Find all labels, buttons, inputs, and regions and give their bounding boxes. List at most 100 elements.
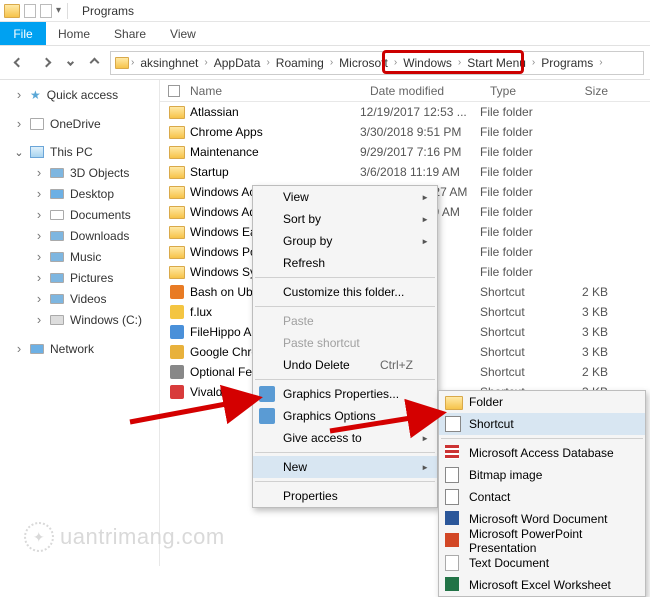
menu-new[interactable]: New bbox=[253, 456, 437, 478]
new-ppt[interactable]: Microsoft PowerPoint Presentation bbox=[439, 530, 645, 552]
file-type: File folder bbox=[480, 245, 554, 259]
new-excel[interactable]: Microsoft Excel Worksheet bbox=[439, 574, 645, 596]
file-size: 3 KB bbox=[554, 325, 614, 339]
home-tab[interactable]: Home bbox=[46, 22, 102, 45]
column-headers: Name Date modified Type Size bbox=[160, 80, 650, 102]
share-tab[interactable]: Share bbox=[102, 22, 158, 45]
menu-undo[interactable]: Undo Delete Ctrl+Z bbox=[253, 354, 437, 376]
separator bbox=[67, 3, 68, 19]
file-date: 3/6/2018 11:19 AM bbox=[360, 165, 480, 179]
crumb-1[interactable]: AppData bbox=[210, 56, 265, 70]
new-folder[interactable]: Folder bbox=[439, 391, 645, 413]
file-type: Shortcut bbox=[480, 305, 554, 319]
music[interactable]: Music bbox=[0, 246, 159, 267]
new-access-db[interactable]: Microsoft Access Database bbox=[439, 442, 645, 464]
crumb-5[interactable]: Start Menu bbox=[463, 56, 530, 70]
folder-icon bbox=[168, 226, 186, 239]
file-name: Atlassian bbox=[186, 105, 360, 119]
quick-access-toolbar: ▾ bbox=[4, 3, 70, 19]
col-date[interactable]: Date modified bbox=[362, 84, 482, 98]
folder-icon bbox=[168, 246, 186, 259]
menu-refresh[interactable]: Refresh bbox=[253, 252, 437, 274]
recent-dropdown[interactable] bbox=[62, 51, 78, 75]
menu-view[interactable]: View bbox=[253, 186, 437, 208]
pictures[interactable]: Pictures bbox=[0, 267, 159, 288]
context-menu: View Sort by Group by Refresh Customize … bbox=[252, 185, 438, 508]
crumb-4[interactable]: Windows bbox=[399, 56, 456, 70]
file-type: Shortcut bbox=[480, 365, 554, 379]
crumb-sep[interactable]: › bbox=[131, 57, 134, 68]
this-pc[interactable]: This PC bbox=[0, 142, 159, 162]
address-bar[interactable]: › aksinghnet› AppData› Roaming› Microsof… bbox=[110, 51, 644, 75]
file-row[interactable]: Chrome Apps3/30/2018 9:51 PMFile folder bbox=[160, 122, 650, 142]
videos[interactable]: Videos bbox=[0, 288, 159, 309]
label: Desktop bbox=[70, 187, 114, 201]
onedrive[interactable]: OneDrive bbox=[0, 113, 159, 134]
file-name: Chrome Apps bbox=[186, 125, 360, 139]
watermark: ✦ uantrimang.com bbox=[24, 522, 225, 552]
nav-pane: ★Quick access OneDrive This PC 3D Object… bbox=[0, 80, 160, 566]
navigation-bar: › aksinghnet› AppData› Roaming› Microsof… bbox=[0, 46, 650, 80]
downloads[interactable]: Downloads bbox=[0, 225, 159, 246]
qat-button-2[interactable] bbox=[40, 4, 52, 18]
documents[interactable]: Documents bbox=[0, 204, 159, 225]
file-type: File folder bbox=[480, 265, 554, 279]
file-row[interactable]: Atlassian12/19/2017 12:53 ...File folder bbox=[160, 102, 650, 122]
up-button[interactable] bbox=[82, 51, 106, 75]
label: 3D Objects bbox=[70, 166, 129, 180]
file-size: 3 KB bbox=[554, 305, 614, 319]
new-shortcut[interactable]: Shortcut bbox=[439, 413, 645, 435]
menu-graphics-properties[interactable]: Graphics Properties... bbox=[253, 383, 437, 405]
qat-dropdown[interactable]: ▾ bbox=[56, 5, 61, 16]
menu-group-by[interactable]: Group by bbox=[253, 230, 437, 252]
label: Network bbox=[50, 342, 94, 356]
file-date: 3/30/2018 9:51 PM bbox=[360, 125, 480, 139]
desktop[interactable]: Desktop bbox=[0, 183, 159, 204]
quick-access[interactable]: ★Quick access bbox=[0, 84, 159, 105]
crumb-3[interactable]: Microsoft bbox=[335, 56, 392, 70]
ribbon: File Home Share View bbox=[0, 22, 650, 46]
watermark-logo: ✦ bbox=[24, 522, 54, 552]
c-drive[interactable]: Windows (C:) bbox=[0, 309, 159, 330]
folder-icon bbox=[168, 146, 186, 159]
crumb-0[interactable]: aksinghnet bbox=[136, 56, 202, 70]
menu-graphics-options[interactable]: Graphics Options bbox=[253, 405, 437, 427]
app-icon bbox=[168, 285, 186, 299]
file-row[interactable]: Startup3/6/2018 11:19 AMFile folder bbox=[160, 162, 650, 182]
crumb-2[interactable]: Roaming bbox=[272, 56, 328, 70]
col-type[interactable]: Type bbox=[482, 84, 556, 98]
back-button[interactable] bbox=[6, 51, 30, 75]
menu-customize[interactable]: Customize this folder... bbox=[253, 281, 437, 303]
file-date: 12/19/2017 12:53 ... bbox=[360, 105, 480, 119]
col-size[interactable]: Size bbox=[556, 84, 616, 98]
app-icon bbox=[168, 325, 186, 339]
menu-properties[interactable]: Properties bbox=[253, 485, 437, 507]
crumb-6[interactable]: Programs bbox=[537, 56, 597, 70]
folder-icon bbox=[168, 106, 186, 119]
label: Videos bbox=[70, 292, 106, 306]
new-text[interactable]: Text Document bbox=[439, 552, 645, 574]
app-icon bbox=[168, 385, 186, 399]
qat-button-1[interactable] bbox=[24, 4, 36, 18]
menu-give-access[interactable]: Give access to bbox=[253, 427, 437, 449]
separator bbox=[255, 452, 435, 453]
label: Windows (C:) bbox=[70, 313, 142, 327]
3d-objects[interactable]: 3D Objects bbox=[0, 162, 159, 183]
file-row[interactable]: Maintenance9/29/2017 7:16 PMFile folder bbox=[160, 142, 650, 162]
col-name[interactable]: Name bbox=[180, 84, 362, 98]
new-bitmap[interactable]: Bitmap image bbox=[439, 464, 645, 486]
folder-icon bbox=[168, 126, 186, 139]
select-all-checkbox[interactable] bbox=[168, 85, 180, 97]
address-icon bbox=[115, 57, 129, 69]
menu-sort-by[interactable]: Sort by bbox=[253, 208, 437, 230]
new-contact[interactable]: Contact bbox=[439, 486, 645, 508]
file-tab[interactable]: File bbox=[0, 22, 46, 45]
label: Undo Delete bbox=[283, 358, 350, 372]
menu-paste: Paste bbox=[253, 310, 437, 332]
shortcut: Ctrl+Z bbox=[380, 358, 413, 372]
view-tab[interactable]: View bbox=[158, 22, 208, 45]
label: Documents bbox=[70, 208, 131, 222]
label: Downloads bbox=[70, 229, 129, 243]
forward-button[interactable] bbox=[34, 51, 58, 75]
network[interactable]: Network bbox=[0, 338, 159, 359]
